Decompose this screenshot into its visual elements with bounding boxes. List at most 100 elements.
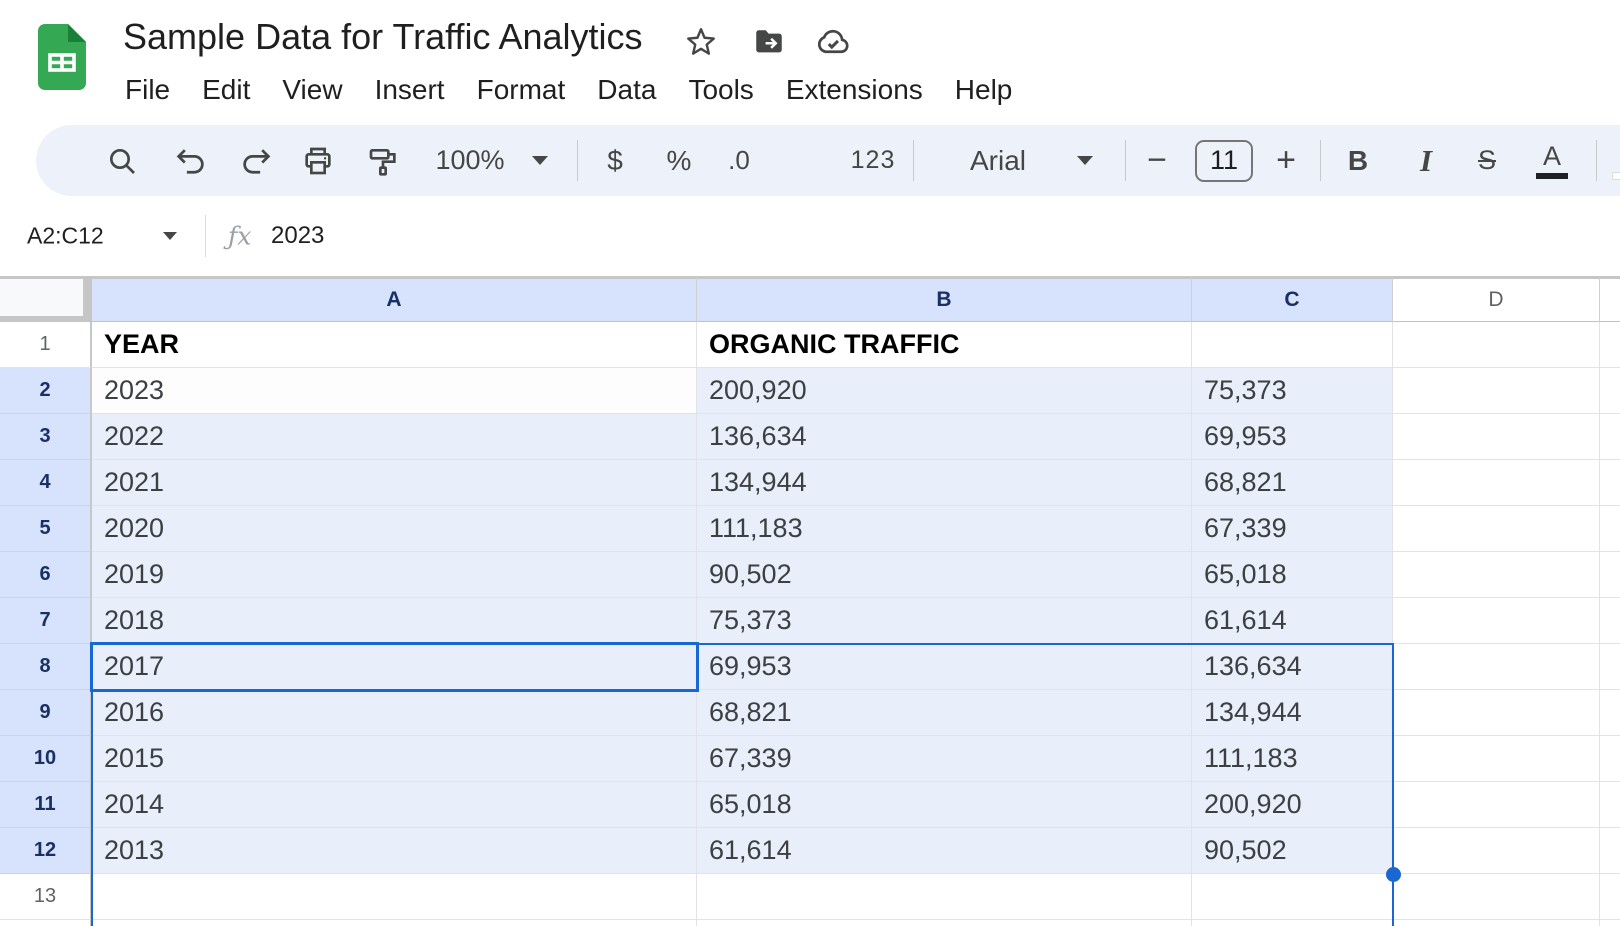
name-box[interactable]: A2:C12 (27, 223, 104, 250)
cell-A6[interactable]: 2019 (92, 552, 697, 598)
row-header-partial[interactable] (0, 920, 92, 926)
row-header-12[interactable]: 12 (0, 828, 92, 874)
cell-B-partial[interactable] (697, 920, 1192, 926)
cell-E9[interactable] (1600, 690, 1620, 736)
cell-B3[interactable]: 136,634 (697, 414, 1192, 460)
cell-D2[interactable] (1393, 368, 1600, 414)
cell-B4[interactable]: 134,944 (697, 460, 1192, 506)
formula-input[interactable]: 2023 (271, 222, 324, 250)
cell-C4[interactable]: 68,821 (1192, 460, 1393, 506)
row-header-6[interactable]: 6 (0, 552, 92, 598)
row-header-2[interactable]: 2 (0, 368, 92, 414)
move-to-folder-icon[interactable] (751, 24, 787, 60)
cell-B11[interactable]: 65,018 (697, 782, 1192, 828)
cell-A-partial[interactable] (92, 920, 697, 926)
cell-D-partial[interactable] (1393, 920, 1600, 926)
cell-C13[interactable] (1192, 874, 1393, 920)
cell-A9[interactable]: 2016 (92, 690, 697, 736)
cell-D3[interactable] (1393, 414, 1600, 460)
menu-tools[interactable]: Tools (672, 66, 769, 114)
cell-B5[interactable]: 111,183 (697, 506, 1192, 552)
cell-D11[interactable] (1393, 782, 1600, 828)
column-header-A[interactable]: A (92, 276, 697, 322)
cell-B1[interactable]: ORGANIC TRAFFIC (697, 322, 1192, 368)
cell-D1[interactable] (1393, 322, 1600, 368)
cell-C9[interactable]: 134,944 (1192, 690, 1393, 736)
font-caret-down-icon[interactable] (1077, 125, 1093, 196)
bold-button[interactable]: B (1348, 125, 1368, 196)
cell-E-partial[interactable] (1600, 920, 1620, 926)
cell-B2[interactable]: 200,920 (697, 368, 1192, 414)
cell-D12[interactable] (1393, 828, 1600, 874)
sheets-logo[interactable] (38, 24, 86, 95)
fill-color-button[interactable] (1612, 125, 1620, 196)
cell-E7[interactable] (1600, 598, 1620, 644)
cell-A13[interactable] (92, 874, 697, 920)
cell-E8[interactable] (1600, 644, 1620, 690)
cell-A2[interactable]: 2023 (92, 368, 697, 414)
cell-D4[interactable] (1393, 460, 1600, 506)
cell-E6[interactable] (1600, 552, 1620, 598)
cell-E5[interactable] (1600, 506, 1620, 552)
cell-B9[interactable]: 68,821 (697, 690, 1192, 736)
cell-E12[interactable] (1600, 828, 1620, 874)
cell-B13[interactable] (697, 874, 1192, 920)
cell-C5[interactable]: 67,339 (1192, 506, 1393, 552)
cell-C10[interactable]: 111,183 (1192, 736, 1393, 782)
row-header-8[interactable]: 8 (0, 644, 92, 690)
column-header-C[interactable]: C (1192, 276, 1393, 322)
cell-A11[interactable]: 2014 (92, 782, 697, 828)
cell-A5[interactable]: 2020 (92, 506, 697, 552)
italic-button[interactable]: I (1420, 125, 1432, 196)
menu-help[interactable]: Help (939, 66, 1029, 114)
cell-D10[interactable] (1393, 736, 1600, 782)
text-color-button[interactable]: A (1536, 125, 1568, 196)
cell-C2[interactable]: 75,373 (1192, 368, 1393, 414)
document-title[interactable]: Sample Data for Traffic Analytics (123, 16, 643, 58)
cell-C12[interactable]: 90,502 (1192, 828, 1393, 874)
cell-A12[interactable]: 2013 (92, 828, 697, 874)
cell-E11[interactable] (1600, 782, 1620, 828)
more-formats-button[interactable]: 123 (851, 125, 896, 196)
cell-B12[interactable]: 61,614 (697, 828, 1192, 874)
decrease-font-size-button[interactable]: − (1147, 125, 1167, 196)
cell-C-partial[interactable] (1192, 920, 1393, 926)
menu-edit[interactable]: Edit (186, 66, 266, 114)
cell-A10[interactable]: 2015 (92, 736, 697, 782)
menu-insert[interactable]: Insert (359, 66, 461, 114)
font-size-input[interactable]: 11 (1195, 125, 1253, 196)
row-header-4[interactable]: 4 (0, 460, 92, 506)
cell-E3[interactable] (1600, 414, 1620, 460)
strikethrough-button[interactable]: S (1478, 125, 1496, 196)
cell-A8[interactable]: 2017 (92, 644, 697, 690)
cloud-saved-icon[interactable] (815, 24, 851, 60)
cell-C11[interactable]: 200,920 (1192, 782, 1393, 828)
star-icon[interactable] (683, 24, 719, 60)
cell-D8[interactable] (1393, 644, 1600, 690)
cell-D9[interactable] (1393, 690, 1600, 736)
cell-B6[interactable]: 90,502 (697, 552, 1192, 598)
row-header-7[interactable]: 7 (0, 598, 92, 644)
increase-font-size-button[interactable]: + (1276, 125, 1296, 196)
column-header-partial[interactable] (1600, 276, 1620, 322)
row-header-11[interactable]: 11 (0, 782, 92, 828)
cell-D6[interactable] (1393, 552, 1600, 598)
cell-C1[interactable] (1192, 322, 1393, 368)
cell-D5[interactable] (1393, 506, 1600, 552)
column-header-B[interactable]: B (697, 276, 1192, 322)
row-header-10[interactable]: 10 (0, 736, 92, 782)
cell-E2[interactable] (1600, 368, 1620, 414)
menu-format[interactable]: Format (461, 66, 582, 114)
cell-A3[interactable]: 2022 (92, 414, 697, 460)
cell-E4[interactable] (1600, 460, 1620, 506)
cell-C6[interactable]: 65,018 (1192, 552, 1393, 598)
cell-C3[interactable]: 69,953 (1192, 414, 1393, 460)
row-header-5[interactable]: 5 (0, 506, 92, 552)
row-header-3[interactable]: 3 (0, 414, 92, 460)
cell-E1[interactable] (1600, 322, 1620, 368)
row-header-13[interactable]: 13 (0, 874, 92, 920)
cell-D13[interactable] (1393, 874, 1600, 920)
cell-A1[interactable]: YEAR (92, 322, 697, 368)
row-header-9[interactable]: 9 (0, 690, 92, 736)
column-header-D[interactable]: D (1393, 276, 1600, 322)
